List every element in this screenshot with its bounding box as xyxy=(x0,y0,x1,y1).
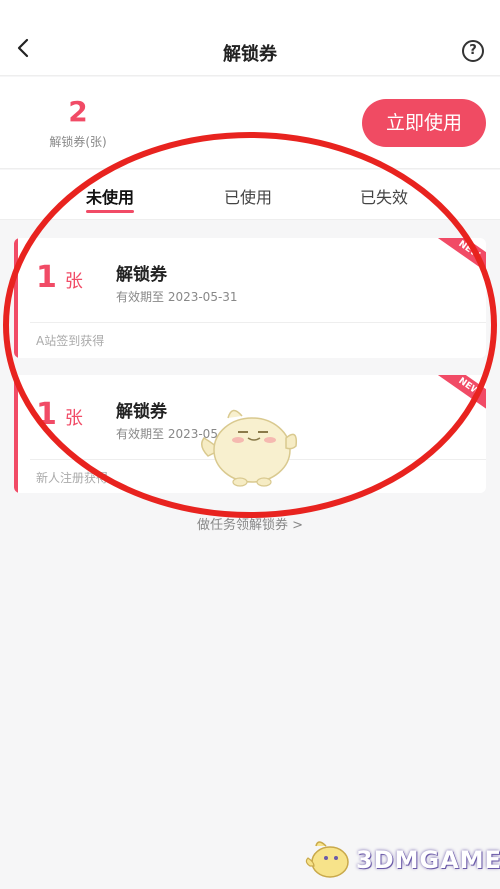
coupon-quantity-unit: 张 xyxy=(64,408,83,429)
card-divider xyxy=(30,322,486,323)
status-tabs: 未使用 已使用 已失效 xyxy=(0,170,500,220)
question-mark-icon[interactable]: ? xyxy=(462,40,484,62)
earn-coupons-link[interactable]: 做任务领解锁券 > xyxy=(0,514,500,533)
coupon-count: 2 xyxy=(68,95,88,128)
coupon-summary: 2 解锁券(张) 立即使用 xyxy=(0,77,500,169)
coupon-expiry: 有效期至 2023-05-31 xyxy=(116,290,238,304)
coupon-quantity-number: 1 xyxy=(36,397,57,432)
new-badge: NEW xyxy=(435,375,486,414)
coupon-source: 新人注册获得 xyxy=(36,471,109,485)
coupon-quantity: 1张 xyxy=(36,260,83,295)
tab-unused[interactable]: 未使用 xyxy=(86,184,134,208)
watermark-text: 3DMGAME xyxy=(356,846,500,874)
card-accent-bar xyxy=(14,375,18,493)
coupon-name: 解锁券 xyxy=(116,265,167,285)
mascot-illustration xyxy=(201,409,298,487)
top-bar: 解锁券 ? xyxy=(0,0,500,76)
coupon-count-label: 解锁券(张) xyxy=(49,135,107,149)
coupon-source: A站签到获得 xyxy=(36,334,105,348)
active-tab-indicator xyxy=(86,210,134,213)
coupon-quantity-number: 1 xyxy=(36,260,57,295)
tab-used[interactable]: 已使用 xyxy=(224,184,272,208)
card-accent-bar xyxy=(14,238,18,358)
coupon-quantity-unit: 张 xyxy=(64,271,83,292)
watermark-mascot-icon xyxy=(305,841,349,878)
page-title: 解锁券 xyxy=(223,44,277,65)
new-badge: NEW xyxy=(435,238,486,277)
coupon-quantity: 1张 xyxy=(36,397,83,432)
coupon-name: 解锁券 xyxy=(116,402,167,422)
watermark-logo: 3DMGAME xyxy=(302,836,500,882)
coupon-card[interactable]: 1张 解锁券 有效期至 2023-05-31 A站签到获得 NEW xyxy=(14,238,486,358)
tab-expired[interactable]: 已失效 xyxy=(360,184,408,208)
use-now-button[interactable]: 立即使用 xyxy=(362,99,486,147)
